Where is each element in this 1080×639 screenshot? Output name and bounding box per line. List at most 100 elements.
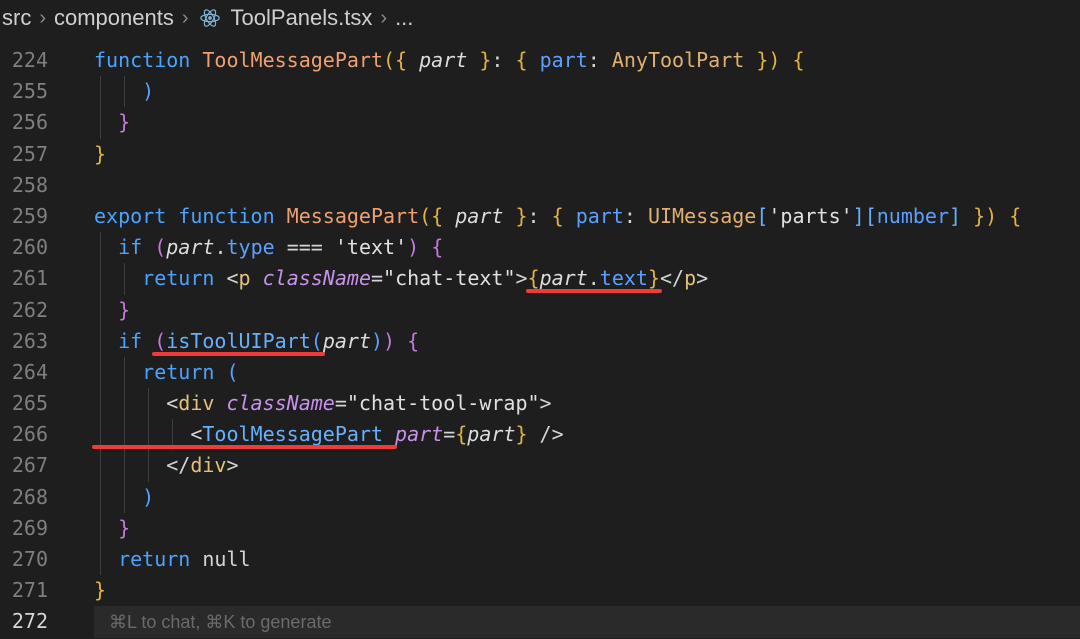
- code-token: 'parts': [768, 203, 853, 228]
- code-token: isToolUIPart: [166, 328, 311, 353]
- code-token: :: [587, 48, 612, 72]
- line-number: 267: [11, 453, 48, 478]
- code-line[interactable]: 259 export function MessagePart({ part }:…: [0, 201, 1080, 232]
- line-number: 256: [11, 110, 48, 135]
- code-text: ⌘L to chat, ⌘K to generate: [94, 606, 331, 638]
- code-text: function ToolMessagePart({ part }: { par…: [94, 45, 805, 76]
- line-number: 259: [11, 203, 48, 228]
- code-token: part: [539, 48, 588, 72]
- code-token: }: [118, 110, 131, 135]
- code-token: </: [660, 266, 685, 291]
- code-line[interactable]: 256 }: [0, 107, 1080, 139]
- code-text: }: [94, 513, 130, 544]
- code-token: .: [214, 235, 227, 260]
- code-token: >: [539, 391, 552, 416]
- code-token: >: [696, 266, 709, 291]
- line-number: 261: [11, 266, 48, 291]
- code-line[interactable]: 267 </div>: [0, 450, 1080, 482]
- highlight-underline: [152, 351, 325, 356]
- breadcrumb-item-symbol[interactable]: ...: [393, 5, 415, 31]
- code-token: ): [383, 328, 396, 353]
- code-token: {: [455, 422, 468, 447]
- code-token: part: [467, 422, 516, 447]
- code-line[interactable]: 272 ⌘L to chat, ⌘K to generate: [0, 606, 1080, 638]
- code-token: >: [515, 266, 528, 291]
- code-token: part: [166, 235, 215, 260]
- code-token: ({: [419, 203, 456, 228]
- code-token: p: [684, 266, 697, 291]
- code-token: <: [226, 266, 239, 291]
- code-line[interactable]: 268 ): [0, 481, 1080, 513]
- line-number: 269: [11, 515, 48, 540]
- react-icon: [199, 9, 220, 27]
- code-text: }: [94, 575, 106, 606]
- breadcrumb-item-components[interactable]: components: [52, 5, 176, 31]
- line-number: 224: [11, 48, 48, 72]
- breadcrumb-item-file[interactable]: ToolPanels.tsx: [229, 5, 375, 31]
- code-token: ][: [852, 203, 877, 228]
- code-line[interactable]: 224 function ToolMessagePart({ part }: { …: [0, 45, 1080, 76]
- code-line[interactable]: 266 <ToolMessagePart part={part} />: [0, 419, 1080, 451]
- code-line[interactable]: 264 return (: [0, 356, 1080, 389]
- line-number: 260: [11, 235, 48, 260]
- breadcrumb-item-src[interactable]: src: [0, 5, 33, 31]
- code-token: export function: [94, 203, 287, 228]
- code-line[interactable]: 263 if (isToolUIPart(part)) {: [0, 325, 1080, 357]
- code-token: />: [527, 422, 564, 447]
- line-number: 264: [11, 359, 48, 384]
- code-token: </: [94, 453, 191, 478]
- code-line[interactable]: 261 return <p className="chat-text">{par…: [0, 263, 1080, 295]
- code-line[interactable]: 270 return null: [0, 544, 1080, 576]
- line-number: 262: [11, 297, 48, 322]
- code-text: if (part.type === 'text') {: [94, 232, 443, 263]
- code-text: ): [94, 482, 154, 513]
- line-number: 272: [11, 609, 48, 634]
- chevron-right-icon: ›: [39, 6, 46, 29]
- code-line[interactable]: 260 if (part.type === 'text') {: [0, 232, 1080, 264]
- code-line[interactable]: 262 }: [0, 294, 1080, 326]
- line-number: 257: [11, 141, 48, 166]
- code-token: if: [118, 235, 155, 260]
- code-token: function: [94, 48, 203, 72]
- code-line[interactable]: 265 <div className="chat-tool-wrap">: [0, 388, 1080, 420]
- code-token: ({: [383, 48, 420, 72]
- line-number: 271: [11, 578, 48, 603]
- code-text: ): [94, 76, 154, 107]
- code-line[interactable]: 269 }: [0, 512, 1080, 544]
- code-token: ]: [949, 203, 974, 228]
- code-token: }: [479, 48, 492, 72]
- ghost-hint: ⌘L to chat, ⌘K to generate: [94, 612, 332, 633]
- code-text: <div className="chat-tool-wrap">: [94, 388, 552, 419]
- line-number: 263: [11, 328, 48, 353]
- highlight-underline: [92, 445, 398, 450]
- code-line[interactable]: 257}: [0, 139, 1080, 170]
- code-token: part: [395, 422, 444, 447]
- code-token: part: [455, 203, 504, 228]
- code-token: =: [370, 266, 384, 291]
- code-token: ): [142, 79, 155, 104]
- code-token: =: [443, 422, 456, 447]
- code-token: p: [238, 266, 263, 291]
- breadcrumb: src › components › ToolPanels.tsx › ...: [0, 0, 1080, 36]
- code-editor[interactable]: 224 function ToolMessagePart({ part }: { …: [0, 45, 1080, 638]
- code-token: null: [202, 547, 251, 571]
- code-line[interactable]: 255 ): [0, 76, 1080, 108]
- code-token: }) {: [756, 48, 805, 72]
- code-line[interactable]: 258: [0, 170, 1080, 201]
- code-token: part: [322, 328, 371, 353]
- code-token: return: [118, 547, 203, 571]
- code-token: :: [527, 203, 552, 228]
- code-token: ): [407, 235, 420, 260]
- line-number: 268: [11, 484, 48, 509]
- line-number: 266: [11, 422, 48, 447]
- code-line[interactable]: 271}: [0, 575, 1080, 606]
- code-token: div: [190, 453, 227, 478]
- code-token: MessagePart: [286, 203, 420, 228]
- code-token: UIMessage: [647, 203, 757, 228]
- code-token: 'text': [334, 235, 408, 260]
